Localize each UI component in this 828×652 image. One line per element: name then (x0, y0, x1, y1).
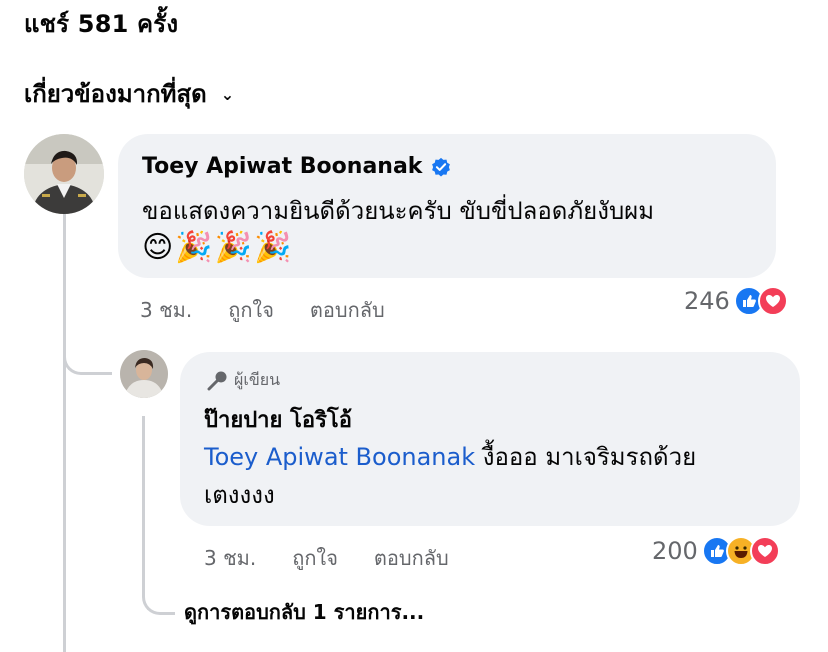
reply-avatar[interactable] (120, 350, 168, 398)
sort-label: เกี่ยวข้องมากที่สุด (24, 80, 207, 108)
comment-reactions[interactable]: 246 (684, 286, 788, 316)
verified-badge-icon (432, 157, 451, 177)
reply-button[interactable]: ตอบกลับ (374, 542, 449, 574)
reply-text-line2: เตงงงง (204, 481, 275, 509)
reply-actions: 3 ชม. ถูกใจ ตอบกลับ (204, 542, 449, 574)
reply-text-body: งื้อออ มาเจริมรถด้วย (475, 443, 697, 471)
reply-reactions[interactable]: 200 (652, 536, 780, 566)
reply-button[interactable]: ตอบกลับ (310, 294, 385, 326)
comment-text: ขอแสดงความยินดีด้วยนะครับ ขับขี่ปลอดภัยง… (142, 197, 655, 225)
chevron-down-icon: ⌄ (220, 85, 235, 104)
reply-time[interactable]: 3 ชม. (204, 542, 256, 574)
avatar[interactable] (24, 134, 104, 214)
reply-text: Toey Apiwat Boonanak งื้อออ มาเจริมรถด้ว… (204, 438, 784, 514)
comment-actions: 3 ชม. ถูกใจ ตอบกลับ (140, 294, 385, 326)
thread-connector-reply (63, 320, 112, 375)
like-button[interactable]: ถูกใจ (228, 294, 274, 326)
thread-line-main (63, 214, 66, 652)
thread-connector-more (142, 416, 175, 615)
mention-link[interactable]: Toey Apiwat Boonanak (204, 443, 475, 471)
view-more-replies[interactable]: ดูการตอบกลับ 1 รายการ... (184, 596, 424, 628)
author-badge: ผู้เขียน (206, 368, 280, 393)
author-badge-label: ผู้เขียน (234, 370, 281, 389)
reply-author[interactable]: ป๊ายปาย โอริโอ้ (204, 402, 352, 437)
reaction-count: 200 (652, 537, 698, 565)
like-button[interactable]: ถูกใจ (292, 542, 338, 574)
comment-time[interactable]: 3 ชม. (140, 294, 192, 326)
love-icon (757, 286, 788, 316)
party-popper-emoji: 🎉 (214, 230, 252, 265)
reply-bubble: ผู้เขียน ป๊ายปาย โอริโอ้ Toey Apiwat Boo… (180, 352, 800, 526)
microphone-icon (207, 371, 227, 390)
comment-bubble: Toey Apiwat Boonanak ขอแสดงความยินดีด้วย… (118, 134, 776, 278)
comment-author[interactable]: Toey Apiwat Boonanak (142, 154, 422, 179)
share-count[interactable]: แชร์ 581 ครั้ง (24, 4, 178, 43)
party-popper-emoji: 🎉 (254, 230, 292, 265)
reaction-count: 246 (684, 287, 730, 315)
comment-emoji-row: 😊 🎉 🎉 🎉 (142, 228, 291, 268)
smiling-face-emoji: 😊 (142, 230, 174, 265)
love-icon (749, 536, 780, 566)
profile-photo-icon (24, 134, 104, 214)
sort-dropdown[interactable]: เกี่ยวข้องมากที่สุด ⌄ (24, 74, 234, 113)
profile-photo-icon (120, 350, 168, 398)
party-popper-emoji: 🎉 (175, 230, 213, 265)
